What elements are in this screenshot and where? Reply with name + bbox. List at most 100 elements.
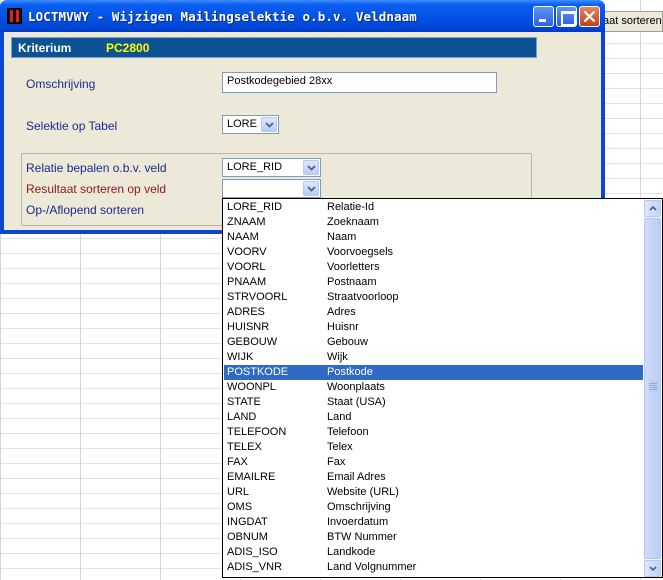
dropdown-item-code: HUISNR [227, 321, 270, 333]
dropdown-item-code: LAND [227, 411, 257, 423]
chevron-down-icon [265, 122, 274, 128]
dropdown-item-description: Landkode [327, 546, 376, 558]
dropdown-item[interactable]: WOONPL Woonplaats [224, 380, 643, 395]
dropdown-item-description: Relatie-Id [327, 201, 375, 213]
dropdown-item-code: ADIS_VNR [227, 561, 283, 573]
dropdown-item-description: Huisnr [327, 321, 359, 333]
dropdown-item-code: ADIS_ISO [227, 546, 278, 558]
window-title: LOCTMVWY - Wijzigen Mailingselektie o.b.… [28, 9, 417, 24]
dropdown-item-code: TELEFOON [227, 426, 287, 438]
dropdown-item-code: WIJK [227, 351, 254, 363]
dropdown-item[interactable]: ZNAAM Zoeknaam [224, 215, 643, 230]
dropdown-item[interactable]: ADIS_VNR Land Volgnummer [224, 560, 643, 575]
field-dropdown-list[interactable]: LORE_RID Relatie-Id ZNAAM Zoeknaam NAAM Naam V… [222, 198, 663, 578]
selektie-combo[interactable]: LORE [222, 115, 279, 134]
opaflopend-label: Op-/Aflopend sorteren [26, 203, 145, 217]
dropdown-item[interactable]: POSTKODE Postkode [224, 365, 643, 380]
dropdown-item[interactable]: INGDAT Invoerdatum [224, 515, 643, 530]
dropdown-item-code: FAX [227, 456, 248, 468]
dropdown-item[interactable]: ADRES Adres [224, 305, 643, 320]
dropdown-scrollbar[interactable] [644, 200, 661, 577]
scroll-thumb[interactable] [644, 218, 661, 559]
dropdown-item-code: POSTKODE [227, 366, 289, 378]
dropdown-item-description: Voorletters [327, 261, 380, 273]
dropdown-item[interactable]: LORE_RID Relatie-Id [224, 200, 643, 215]
dropdown-item[interactable]: GEBOUW Gebouw [224, 335, 643, 350]
kriterium-value: PC2800 [106, 41, 150, 55]
dropdown-item-description: Land [327, 411, 352, 423]
dropdown-item[interactable]: STATE Staat (USA) [224, 395, 643, 410]
scroll-grip-line [649, 387, 657, 388]
scroll-grip-line [649, 385, 657, 386]
app-icon [7, 8, 22, 24]
close-icon [584, 11, 595, 22]
dropdown-item-description: Zoeknaam [327, 216, 379, 228]
resultaat-combo[interactable] [222, 179, 321, 198]
dropdown-item[interactable]: WIJK Wijk [224, 350, 643, 365]
dropdown-item[interactable]: LAND Land [224, 410, 643, 425]
maximize-button[interactable] [556, 6, 577, 27]
dropdown-item-description: Telex [327, 441, 353, 453]
dropdown-item[interactable]: HUISNR Huisnr [224, 320, 643, 335]
close-button[interactable] [579, 6, 600, 27]
dropdown-item[interactable]: FAX Fax [224, 455, 643, 470]
dropdown-item[interactable]: URL Website (URL) [224, 485, 643, 500]
dropdown-item-code: INGDAT [227, 516, 268, 528]
dropdown-item-description: Website (URL) [327, 486, 399, 498]
dropdown-item-code: WOONPL [227, 381, 276, 393]
chevron-down-icon [307, 165, 316, 171]
selektie-label: Selektie op Tabel [26, 119, 118, 133]
relatie-dropdown-button[interactable] [303, 160, 319, 175]
kriterium-bar: Kriterium PC2800 [11, 37, 537, 58]
dropdown-item-description: Land Volgnummer [327, 561, 417, 573]
dropdown-item[interactable]: PNAAM Postnaam [224, 275, 643, 290]
title-bar[interactable]: LOCTMVWY - Wijzigen Mailingselektie o.b.… [0, 0, 605, 32]
dropdown-item[interactable]: STRVOORL Straatvoorloop [224, 290, 643, 305]
scroll-up-button[interactable] [644, 200, 661, 217]
dropdown-item[interactable]: NAAM Naam [224, 230, 643, 245]
dropdown-item[interactable]: VOORL Voorletters [224, 260, 643, 275]
dropdown-item[interactable]: VOORV Voorvoegsels [224, 245, 643, 260]
dropdown-item-code: PNAAM [227, 276, 267, 288]
relatie-combo[interactable]: LORE_RID [222, 158, 321, 177]
omschrijving-value: Postkodegebied 28xx [227, 75, 333, 87]
dropdown-item[interactable]: OMS Omschrijving [224, 500, 643, 515]
dropdown-item-code: ZNAAM [227, 216, 266, 228]
resultaat-dropdown-button[interactable] [303, 181, 319, 196]
omschrijving-label: Omschrijving [26, 77, 96, 91]
chevron-down-icon [649, 566, 657, 571]
dropdown-item-description: Telefoon [327, 426, 369, 438]
dropdown-item-description: Postnaam [327, 276, 377, 288]
dropdown-item[interactable]: EMAILRE Email Adres [224, 470, 643, 485]
minimize-button[interactable] [533, 6, 554, 27]
scroll-down-button[interactable] [644, 560, 661, 577]
dropdown-item[interactable]: OBNUM BTW Nummer [224, 530, 643, 545]
chevron-down-icon [307, 186, 316, 192]
dropdown-item-description: Naam [327, 231, 357, 243]
dropdown-item-description: Omschrijving [327, 501, 391, 513]
dropdown-item-code: TELEX [227, 441, 262, 453]
dropdown-item-code: ADRES [227, 306, 265, 318]
dropdown-item-code: VOORL [227, 261, 266, 273]
relatie-label: Relatie bepalen o.b.v. veld [26, 161, 167, 175]
dropdown-item-code: OMS [227, 501, 253, 513]
dropdown-item-code: URL [227, 486, 250, 498]
dropdown-item-code: NAAM [227, 231, 259, 243]
dropdown-item-code: LORE_RID [227, 201, 283, 213]
selektie-value: LORE [227, 118, 257, 130]
kriterium-label: Kriterium [18, 41, 72, 55]
dropdown-item-code: EMAILRE [227, 471, 276, 483]
chevron-up-icon [649, 206, 657, 211]
dropdown-item[interactable]: TELEFOON Telefoon [224, 425, 643, 440]
dropdown-item-description: Email Adres [327, 471, 386, 483]
dropdown-item[interactable]: TELEX Telex [224, 440, 643, 455]
dropdown-item-code: VOORV [227, 246, 267, 258]
dropdown-item[interactable]: ADIS_ISO Landkode [224, 545, 643, 560]
relatie-value: LORE_RID [227, 161, 283, 173]
omschrijving-input[interactable]: Postkodegebied 28xx [222, 72, 497, 93]
dropdown-item-description: Wijk [327, 351, 348, 363]
dropdown-item-description: Adres [327, 306, 356, 318]
selektie-dropdown-button[interactable] [261, 117, 277, 132]
resultaat-label: Resultaat sorteren op veld [26, 182, 167, 196]
scroll-grip-line [649, 383, 657, 384]
